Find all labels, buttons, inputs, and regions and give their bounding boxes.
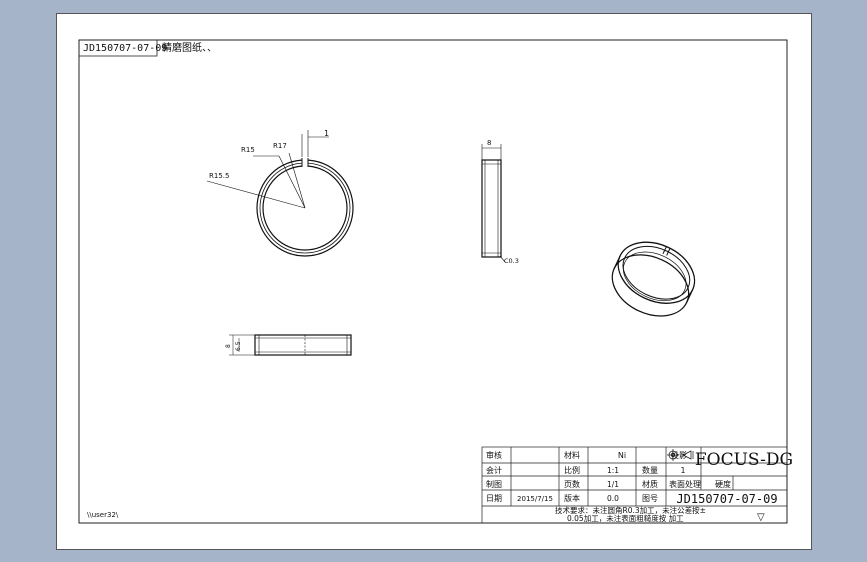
dim-height-outer: 8 <box>225 344 232 348</box>
cell-pages-label: 页数 <box>564 479 580 489</box>
dim-chamfer: C0.3 <box>504 257 519 265</box>
dim-r15: R15 <box>241 146 255 154</box>
cell-material-value: Ni <box>618 451 626 460</box>
cell-scale-value: 1:1 <box>607 466 619 475</box>
path-text: \\user32\ <box>87 511 119 519</box>
side-view: 8 C0.3 <box>481 139 519 265</box>
dim-r17: R17 <box>273 142 287 150</box>
cell-date-label: 日期 <box>486 494 502 503</box>
cell-finish-value: 表面处理 <box>669 479 701 489</box>
cell-pages-value: 1/1 <box>607 480 619 489</box>
cell-account-label: 会计 <box>486 465 502 475</box>
cell-material-label: 材料 <box>564 450 580 460</box>
cell-drawing-no-label: 图号 <box>642 494 658 503</box>
cell-hardness-label: 硬度 <box>715 479 731 489</box>
isometric-view <box>611 241 696 317</box>
company-name: FOCUS-DG <box>695 450 793 470</box>
cell-version-value: 0.0 <box>607 494 619 503</box>
cell-date-value: 2015/7/15 <box>517 495 553 503</box>
dim-height-inner: 6.5 <box>235 341 242 351</box>
front-view: R15 R17 R15.5 1 <box>206 129 354 257</box>
cell-qty-label: 数量 <box>642 465 658 475</box>
title-tag: JD150707-07-09 <box>83 43 167 54</box>
title-note: 精磨图纸、、 <box>162 41 217 54</box>
cell-finish-label: 材质 <box>642 479 658 489</box>
cell-scale-label: 比例 <box>564 465 580 475</box>
drawing-sheet: JD150707-07-09 精磨图纸、、 R15 R17 R15.5 1 8 … <box>56 13 812 550</box>
cell-version-label: 版本 <box>564 493 580 503</box>
dim-r15-5: R15.5 <box>209 172 229 180</box>
cell-qty-value: 1 <box>681 466 686 475</box>
dim-width: 8 <box>487 139 491 147</box>
notes-line-2: 0.05加工，未注表面粗糙度按 加工 <box>567 513 684 523</box>
cell-drafter-label: 制图 <box>486 479 502 489</box>
roughness-icon: ▽ <box>757 512 765 523</box>
cad-drawing: JD150707-07-09 精磨图纸、、 R15 R17 R15.5 1 8 … <box>78 39 793 524</box>
title-block-text: 审核 材料 Ni 投影 FOCUS-DG 会计 比例 1:1 数量 1 制图 页… <box>486 449 793 523</box>
ring-gap <box>302 157 308 168</box>
dim-gap: 1 <box>324 129 329 138</box>
bottom-view: 8 6.5 <box>225 334 352 356</box>
part-number: JD150707-07-09 <box>676 492 777 506</box>
cell-review-label: 审核 <box>486 450 502 460</box>
